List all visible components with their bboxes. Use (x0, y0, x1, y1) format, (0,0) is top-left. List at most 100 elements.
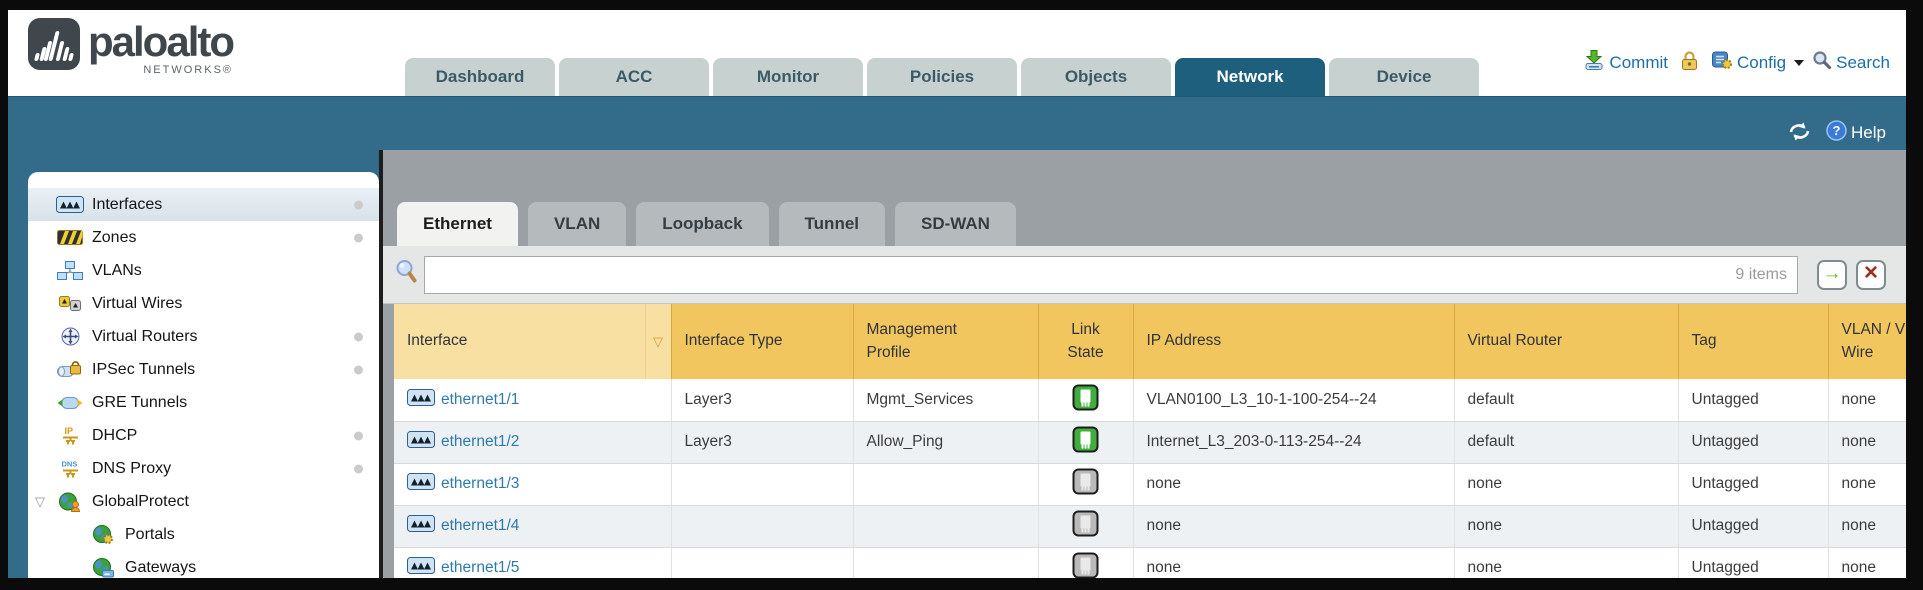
vlans-icon (55, 261, 85, 280)
sidebar-item-dhcp[interactable]: IP DHCP (28, 419, 379, 452)
sidebar-item-gre-tunnels[interactable]: GRE Tunnels (28, 386, 379, 419)
ipsec-tunnels-icon (55, 361, 85, 378)
ethernet-icon (55, 196, 85, 213)
tab-device[interactable]: Device (1329, 58, 1479, 96)
globalprotect-icon (55, 492, 85, 512)
svg-text:DNS: DNS (61, 460, 77, 469)
subtab-loopback[interactable]: Loopback (636, 202, 768, 246)
cell-vlan: none (1828, 379, 1906, 421)
sidebar-item-portals[interactable]: Portals (28, 518, 379, 551)
col-header-vlan-virtual-wire[interactable]: VLAN / Virtual Wire (1828, 304, 1906, 379)
config-dropdown[interactable]: Config (1711, 50, 1804, 75)
paloalto-logo: paloalto NETWORKS® (28, 18, 233, 76)
cell-interface-type (671, 547, 853, 578)
help-button[interactable]: ? Help (1826, 120, 1886, 146)
sidebar-item-label: GRE Tunnels (92, 394, 187, 412)
cell-management-profile (853, 547, 1038, 578)
col-header-interface[interactable]: Interface ▽ (394, 304, 671, 379)
sidebar-item-ipsec-tunnels[interactable]: IPSec Tunnels (28, 353, 379, 386)
cell-ip-address: none (1133, 547, 1454, 578)
commit-button[interactable]: Commit (1583, 49, 1668, 76)
cell-link-state (1038, 547, 1133, 578)
sort-dropdown-icon[interactable]: ▽ (645, 304, 671, 379)
red-x-icon: × (1864, 261, 1878, 285)
sidebar-item-label: VLANs (92, 262, 142, 280)
tab-dashboard[interactable]: Dashboard (405, 58, 555, 96)
sidebar-item-label: Portals (125, 526, 175, 544)
interface-link[interactable]: ethernet1/5 (441, 559, 519, 577)
table-row[interactable]: ethernet1/4 none none Untagged none (394, 505, 1906, 547)
link-state-down-icon (1072, 566, 1099, 578)
filter-bar: 9 items → × (383, 246, 1906, 304)
sidebar-item-virtual-wires[interactable]: Virtual Wires (28, 287, 379, 320)
status-dot (354, 332, 363, 341)
sidebar-item-zones[interactable]: Zones (28, 221, 379, 254)
search-label: Search (1836, 53, 1890, 73)
cell-management-profile: Allow_Ping (853, 421, 1038, 463)
search-icon (1812, 50, 1832, 75)
interface-link[interactable]: ethernet1/2 (441, 433, 519, 451)
zones-icon (55, 230, 85, 245)
sidebar-item-dns-proxy[interactable]: DNS DNS Proxy (28, 452, 379, 485)
subtab-sdwan[interactable]: SD-WAN (895, 202, 1016, 246)
subtab-vlan[interactable]: VLAN (528, 202, 626, 246)
cell-vlan: none (1828, 547, 1906, 578)
app-window: paloalto NETWORKS® Dashboard ACC Monitor… (8, 10, 1906, 578)
col-header-management-profile[interactable]: Management Profile (853, 304, 1038, 379)
tab-acc[interactable]: ACC (559, 58, 709, 96)
sidebar-item-label: Zones (92, 229, 136, 247)
link-state-up-icon (1072, 440, 1099, 457)
col-header-ip-address[interactable]: IP Address (1133, 304, 1454, 379)
apply-filter-button[interactable]: → (1817, 260, 1847, 290)
tab-objects[interactable]: Objects (1021, 58, 1171, 96)
col-header-tag[interactable]: Tag (1678, 304, 1828, 379)
sidebar-panel: Interfaces Zones VLANs (28, 172, 379, 578)
secondary-toolbar: ? Help (8, 96, 1906, 150)
sidebar-item-gateways[interactable]: Gateways (28, 551, 379, 578)
sidebar-item-virtual-routers[interactable]: Virtual Routers (28, 320, 379, 353)
search-button[interactable]: Search (1812, 50, 1890, 75)
interface-link[interactable]: ethernet1/3 (441, 475, 519, 493)
interface-link[interactable]: ethernet1/4 (441, 517, 519, 535)
table-row[interactable]: ethernet1/3 none none Untagged none (394, 463, 1906, 505)
cell-tag: Untagged (1678, 463, 1828, 505)
sidebar-item-vlans[interactable]: VLANs (28, 254, 379, 287)
tab-network[interactable]: Network (1175, 58, 1325, 96)
sidebar-item-label: DNS Proxy (92, 460, 171, 478)
cell-vlan: none (1828, 463, 1906, 505)
filter-input-wrap: 9 items (424, 256, 1798, 294)
tab-policies[interactable]: Policies (867, 58, 1017, 96)
cell-virtual-router: default (1454, 379, 1678, 421)
tab-monitor[interactable]: Monitor (713, 58, 863, 96)
col-header-link-state[interactable]: Link State (1038, 304, 1133, 379)
gateways-icon (88, 558, 118, 578)
clear-filter-button[interactable]: × (1856, 260, 1886, 290)
filter-input[interactable] (425, 257, 1797, 293)
table-row[interactable]: ethernet1/5 none none Untagged none (394, 547, 1906, 578)
subtab-ethernet[interactable]: Ethernet (397, 202, 518, 246)
subtab-tunnel[interactable]: Tunnel (779, 202, 885, 246)
header-actions: Commit Config Search (1583, 49, 1890, 76)
sidebar-item-label: DHCP (92, 427, 137, 445)
col-header-interface-type[interactable]: Interface Type (671, 304, 853, 379)
table-row[interactable]: ethernet1/2 Layer3 Allow_Ping Internet_L… (394, 421, 1906, 463)
cell-link-state (1038, 463, 1133, 505)
col-header-virtual-router[interactable]: Virtual Router (1454, 304, 1678, 379)
sidebar-item-interfaces[interactable]: Interfaces (28, 188, 379, 221)
expand-caret-icon[interactable]: ▽ (35, 494, 45, 510)
green-arrow-icon: → (1823, 264, 1842, 283)
main-area: Interfaces Zones VLANs (8, 150, 1906, 578)
sidebar-item-globalprotect[interactable]: ▽ GlobalProtect (28, 485, 379, 518)
cell-ip-address: VLAN0100_L3_10-1-100-254--24 (1133, 379, 1454, 421)
config-icon (1711, 50, 1733, 75)
items-count: 9 items (1735, 266, 1787, 284)
table-row[interactable]: ethernet1/1 Layer3 Mgmt_Services VLAN010… (394, 379, 1906, 421)
lock-icon[interactable] (1680, 50, 1699, 76)
sidebar-item-label: Gateways (125, 559, 196, 577)
interface-link[interactable]: ethernet1/1 (441, 391, 519, 409)
refresh-icon[interactable] (1787, 122, 1812, 146)
brand-subtitle: NETWORKS® (88, 64, 233, 76)
cell-link-state (1038, 421, 1133, 463)
gre-tunnels-icon (55, 395, 85, 411)
ethernet-icon (407, 431, 435, 453)
